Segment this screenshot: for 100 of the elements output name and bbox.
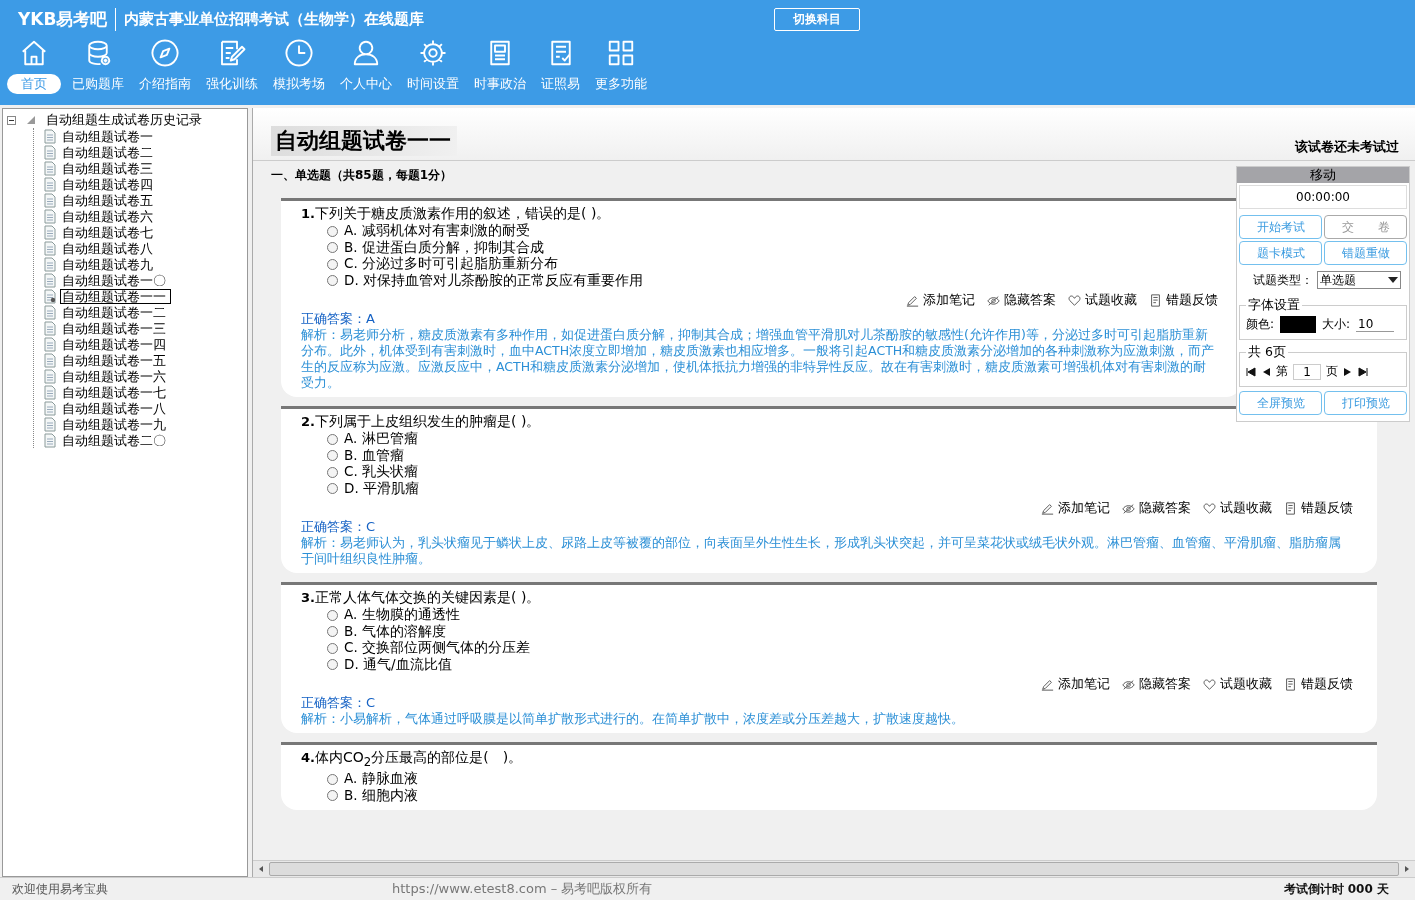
tree-item[interactable]: 自动组题试卷一四 xyxy=(60,336,168,352)
document-icon xyxy=(1149,293,1162,307)
action-link[interactable]: 试题收藏 xyxy=(1068,291,1137,309)
option-text[interactable]: B. 促进蛋白质分解，抑制其合成 xyxy=(344,238,544,257)
size-field[interactable]: 10 xyxy=(1356,317,1395,332)
radio-button[interactable] xyxy=(327,242,338,254)
option-text[interactable]: C. 分泌过多时可引起脂肪重新分布 xyxy=(344,255,558,274)
action-link[interactable]: 隐藏答案 xyxy=(987,291,1056,309)
tree-item[interactable]: 自动组题试卷一 xyxy=(60,128,155,144)
eye-icon xyxy=(1122,501,1135,515)
compass-icon xyxy=(150,38,180,68)
type-select[interactable]: 单选题 xyxy=(1317,271,1401,289)
document-icon xyxy=(44,192,56,208)
status-text: 欢迎使用易考宝典 xyxy=(11,880,109,898)
option-text[interactable]: B. 气体的溶解度 xyxy=(344,622,446,641)
tree-item[interactable]: 自动组题试卷九 xyxy=(60,256,155,272)
tree-item[interactable]: 自动组题试卷一二 xyxy=(60,304,168,320)
tree-item[interactable]: 自动组题试卷四 xyxy=(60,176,155,192)
page-label: 第 xyxy=(1276,363,1288,380)
dropdown-arrow-icon xyxy=(1388,277,1398,283)
radio-button[interactable] xyxy=(327,450,338,462)
tree-item[interactable]: 自动组题试卷一一 xyxy=(60,288,171,304)
size-label: 大小: xyxy=(1322,316,1351,333)
action-link[interactable]: 试题收藏 xyxy=(1203,499,1272,517)
option-text[interactable]: A. 减弱机体对有害刺激的耐受 xyxy=(344,222,530,241)
action-link[interactable]: 添加笔记 xyxy=(1041,499,1110,517)
radio-button[interactable] xyxy=(327,773,338,785)
document-pin-icon xyxy=(44,288,56,304)
option-text[interactable]: C. 交换部位两侧气体的分压差 xyxy=(344,639,530,658)
option-text[interactable]: D. 平滑肌瘤 xyxy=(344,479,419,498)
option-text[interactable]: C. 乳头状瘤 xyxy=(344,463,418,482)
radio-button[interactable] xyxy=(327,433,338,445)
document-icon xyxy=(44,304,56,320)
radio-button[interactable] xyxy=(327,225,338,237)
option-text[interactable]: A. 生物膜的通透性 xyxy=(344,606,460,625)
horizontal-scrollbar[interactable] xyxy=(253,860,1415,877)
document-icon xyxy=(44,272,56,288)
question-text: 2.下列属于上皮组织发生的肿瘤是( )。 xyxy=(301,412,542,431)
option-text[interactable]: A. 静脉血液 xyxy=(344,770,418,789)
tree-root-label[interactable]: 自动组题生成试卷历史记录 xyxy=(46,111,202,129)
action-link[interactable]: 错题反馈 xyxy=(1284,675,1353,693)
heart-icon xyxy=(1068,293,1081,307)
page-field[interactable]: 1 xyxy=(1293,363,1321,380)
tree-item[interactable]: 自动组题试卷二〇 xyxy=(60,432,168,448)
action-link[interactable]: 添加笔记 xyxy=(906,291,975,309)
radio-button[interactable] xyxy=(327,659,338,671)
tree-item[interactable]: 自动组题试卷八 xyxy=(60,240,155,256)
last-page-icon[interactable] xyxy=(1358,366,1368,377)
radio-button[interactable] xyxy=(327,609,338,621)
radio-button[interactable] xyxy=(327,258,338,270)
document-icon xyxy=(1284,501,1297,515)
paper-title: 自动组题试卷一一 xyxy=(271,126,457,156)
tree-item[interactable]: 自动组题试卷一六 xyxy=(60,368,168,384)
copyright-text: https://www.etest8.com – 易考吧版权所有 xyxy=(392,880,653,898)
action-link[interactable]: 隐藏答案 xyxy=(1122,499,1191,517)
scroll-left-icon[interactable] xyxy=(257,865,265,873)
next-page-icon[interactable] xyxy=(1343,366,1353,377)
tree-item[interactable]: 自动组题试卷五 xyxy=(60,192,155,208)
action-link[interactable]: 错题反馈 xyxy=(1149,291,1218,309)
document-icon xyxy=(44,224,56,240)
tree-item[interactable]: 自动组题试卷一九 xyxy=(60,416,168,432)
collapse-icon[interactable] xyxy=(7,115,16,125)
tree-item[interactable]: 自动组题试卷一五 xyxy=(60,352,168,368)
tree-item[interactable]: 自动组题试卷七 xyxy=(60,224,155,240)
first-page-icon[interactable] xyxy=(1246,366,1256,377)
grid-icon xyxy=(606,38,636,68)
radio-button[interactable] xyxy=(327,483,338,495)
radio-button[interactable] xyxy=(327,790,338,802)
option-text[interactable]: D. 对保持血管对儿茶酚胺的正常反应有重要作用 xyxy=(344,271,643,290)
previous-page-icon[interactable] xyxy=(1261,366,1271,377)
document-icon xyxy=(44,176,56,192)
radio-button[interactable] xyxy=(327,642,338,654)
action-link[interactable]: 添加笔记 xyxy=(1041,675,1110,693)
explanation-text: 解析：小易解析，气体通过呼吸膜是以简单扩散形式进行的。在简单扩散中，浓度差或分压差越大，扩散速度越快。 xyxy=(301,711,965,727)
radio-button[interactable] xyxy=(327,275,338,287)
document-icon xyxy=(44,432,56,448)
option-text[interactable]: B. 细胞内液 xyxy=(344,786,418,805)
tree-item[interactable]: 自动组题试卷一八 xyxy=(60,400,168,416)
scroll-right-icon[interactable] xyxy=(1403,865,1411,873)
document-icon xyxy=(44,416,56,432)
option-text[interactable]: B. 血管瘤 xyxy=(344,446,404,465)
option-text[interactable]: A. 淋巴管瘤 xyxy=(344,430,418,449)
radio-button[interactable] xyxy=(327,626,338,638)
tree-item[interactable]: 自动组题试卷一〇 xyxy=(60,272,168,288)
tree-item[interactable]: 自动组题试卷一三 xyxy=(60,320,168,336)
eye-icon xyxy=(987,293,1000,307)
action-link[interactable]: 试题收藏 xyxy=(1203,675,1272,693)
action-link[interactable]: 错题反馈 xyxy=(1284,499,1353,517)
document-icon xyxy=(44,384,56,400)
option-text[interactable]: D. 通气/血流比值 xyxy=(344,655,452,674)
tree-item[interactable]: 自动组题试卷一七 xyxy=(60,384,168,400)
tree-item[interactable]: 自动组题试卷三 xyxy=(60,160,155,176)
panel-header[interactable]: 移动 xyxy=(1237,167,1409,183)
action-link[interactable]: 隐藏答案 xyxy=(1122,675,1191,693)
tree-item[interactable]: 自动组题试卷二 xyxy=(60,144,155,160)
app-title: 内蒙古事业单位招聘考试（生物学）在线题库 xyxy=(124,9,426,29)
tree-item[interactable]: 自动组题试卷六 xyxy=(60,208,155,224)
document-icon xyxy=(44,400,56,416)
radio-button[interactable] xyxy=(327,466,338,478)
color-swatch[interactable] xyxy=(1280,316,1317,333)
